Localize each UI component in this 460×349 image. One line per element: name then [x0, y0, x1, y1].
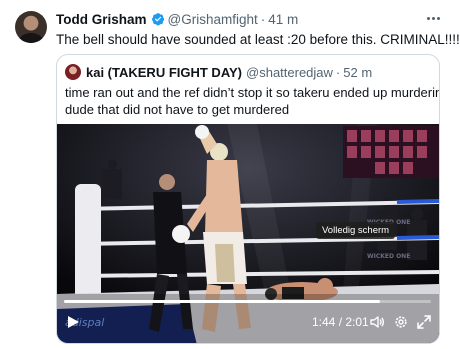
quote-text: time ran out and the ref didn’t stop it … [65, 84, 440, 118]
tweet-header: Todd Grisham @Grishamfight · 41 m [56, 10, 298, 28]
tweet-text: The bell should have sounded at least :2… [56, 32, 460, 47]
more-horizontal-icon[interactable] [425, 10, 441, 26]
quote-author-avatar[interactable] [65, 64, 81, 80]
author-avatar[interactable] [15, 11, 47, 43]
current-time: 1:44 [312, 315, 336, 329]
timestamp[interactable]: 41 m [268, 12, 298, 27]
video-timecode: 1:44 / 2:01 [312, 315, 369, 329]
quote-author-name[interactable]: kai (TAKERU FIGHT DAY) [86, 65, 242, 80]
verified-badge-icon [151, 13, 164, 26]
quote-author-handle[interactable]: @shatteredjaw [246, 65, 333, 80]
video-progress-fill [64, 300, 380, 303]
tweet[interactable]: Todd Grisham @Grishamfight · 41 m The be… [0, 0, 460, 349]
separator: · [260, 11, 266, 27]
video-controls: 1:44 / 2:01 [56, 306, 440, 338]
fullscreen-tooltip: Volledig scherm [316, 222, 396, 239]
quote-header: kai (TAKERU FIGHT DAY) @shatteredjaw · 5… [65, 64, 372, 80]
quote-separator: · [335, 64, 341, 80]
duration: 2:01 [345, 315, 369, 329]
quote-text-line: time ran out and the ref didn’t stop it … [65, 85, 440, 100]
play-icon[interactable] [66, 315, 80, 329]
time-separator: / [335, 315, 346, 329]
quote-timestamp[interactable]: 52 m [343, 65, 372, 80]
volume-icon[interactable] [369, 314, 385, 330]
quote-text-line: dude that did not have to get murdered [65, 102, 290, 117]
author-handle[interactable]: @Grishamfight [168, 12, 258, 27]
fullscreen-icon[interactable] [416, 314, 432, 330]
author-name[interactable]: Todd Grisham [56, 12, 147, 27]
ring-banner: WICKED ONE [367, 253, 410, 260]
gear-icon[interactable] [393, 314, 409, 330]
video-progress-bar[interactable] [64, 300, 431, 303]
